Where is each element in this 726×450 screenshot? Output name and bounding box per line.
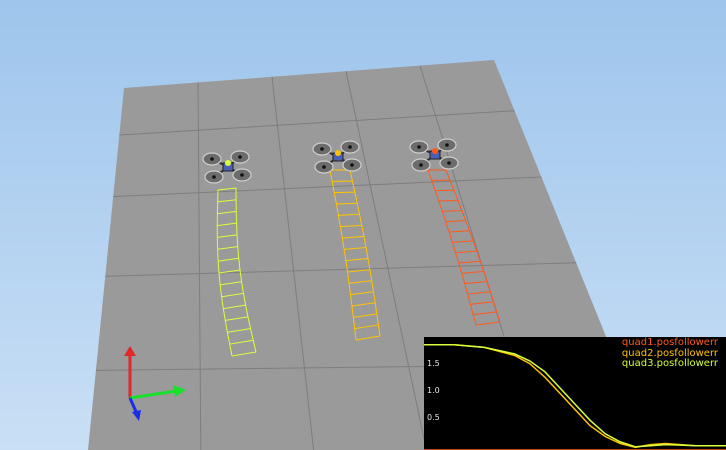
y-tick-label: 0.5 (427, 413, 440, 422)
rotor-hub (320, 147, 324, 151)
y-tick-label: 1.0 (427, 386, 440, 395)
legend-entry-quad3: quad3.posfollowerr (621, 358, 718, 369)
quad-marker (225, 160, 231, 166)
rotor-hub (447, 161, 451, 165)
rotor-hub (350, 163, 354, 167)
rotor-hub (322, 165, 326, 169)
trail-rung (334, 191, 355, 194)
rotor-hub (240, 173, 244, 177)
legend-entry-quad1: quad1.posfollowerr (621, 337, 718, 348)
quad-marker (432, 148, 438, 154)
rotor-hub (238, 155, 242, 159)
rotor-hub (348, 145, 352, 149)
rotor-hub (419, 163, 423, 167)
rotor-hub (445, 143, 449, 147)
plot-legend: quad1.posfollowerr quad2.posfollowerr qu… (621, 337, 718, 370)
rotor-hub (210, 157, 214, 161)
rotor-hub (417, 145, 421, 149)
error-plot-panel: 1.5 1.0 0.5 quad1.posfollowerr quad2.pos… (424, 337, 726, 450)
y-tick-label: 1.5 (427, 359, 440, 368)
quad-marker (335, 150, 341, 156)
trail-rung (438, 199, 458, 202)
rotor-hub (212, 175, 216, 179)
